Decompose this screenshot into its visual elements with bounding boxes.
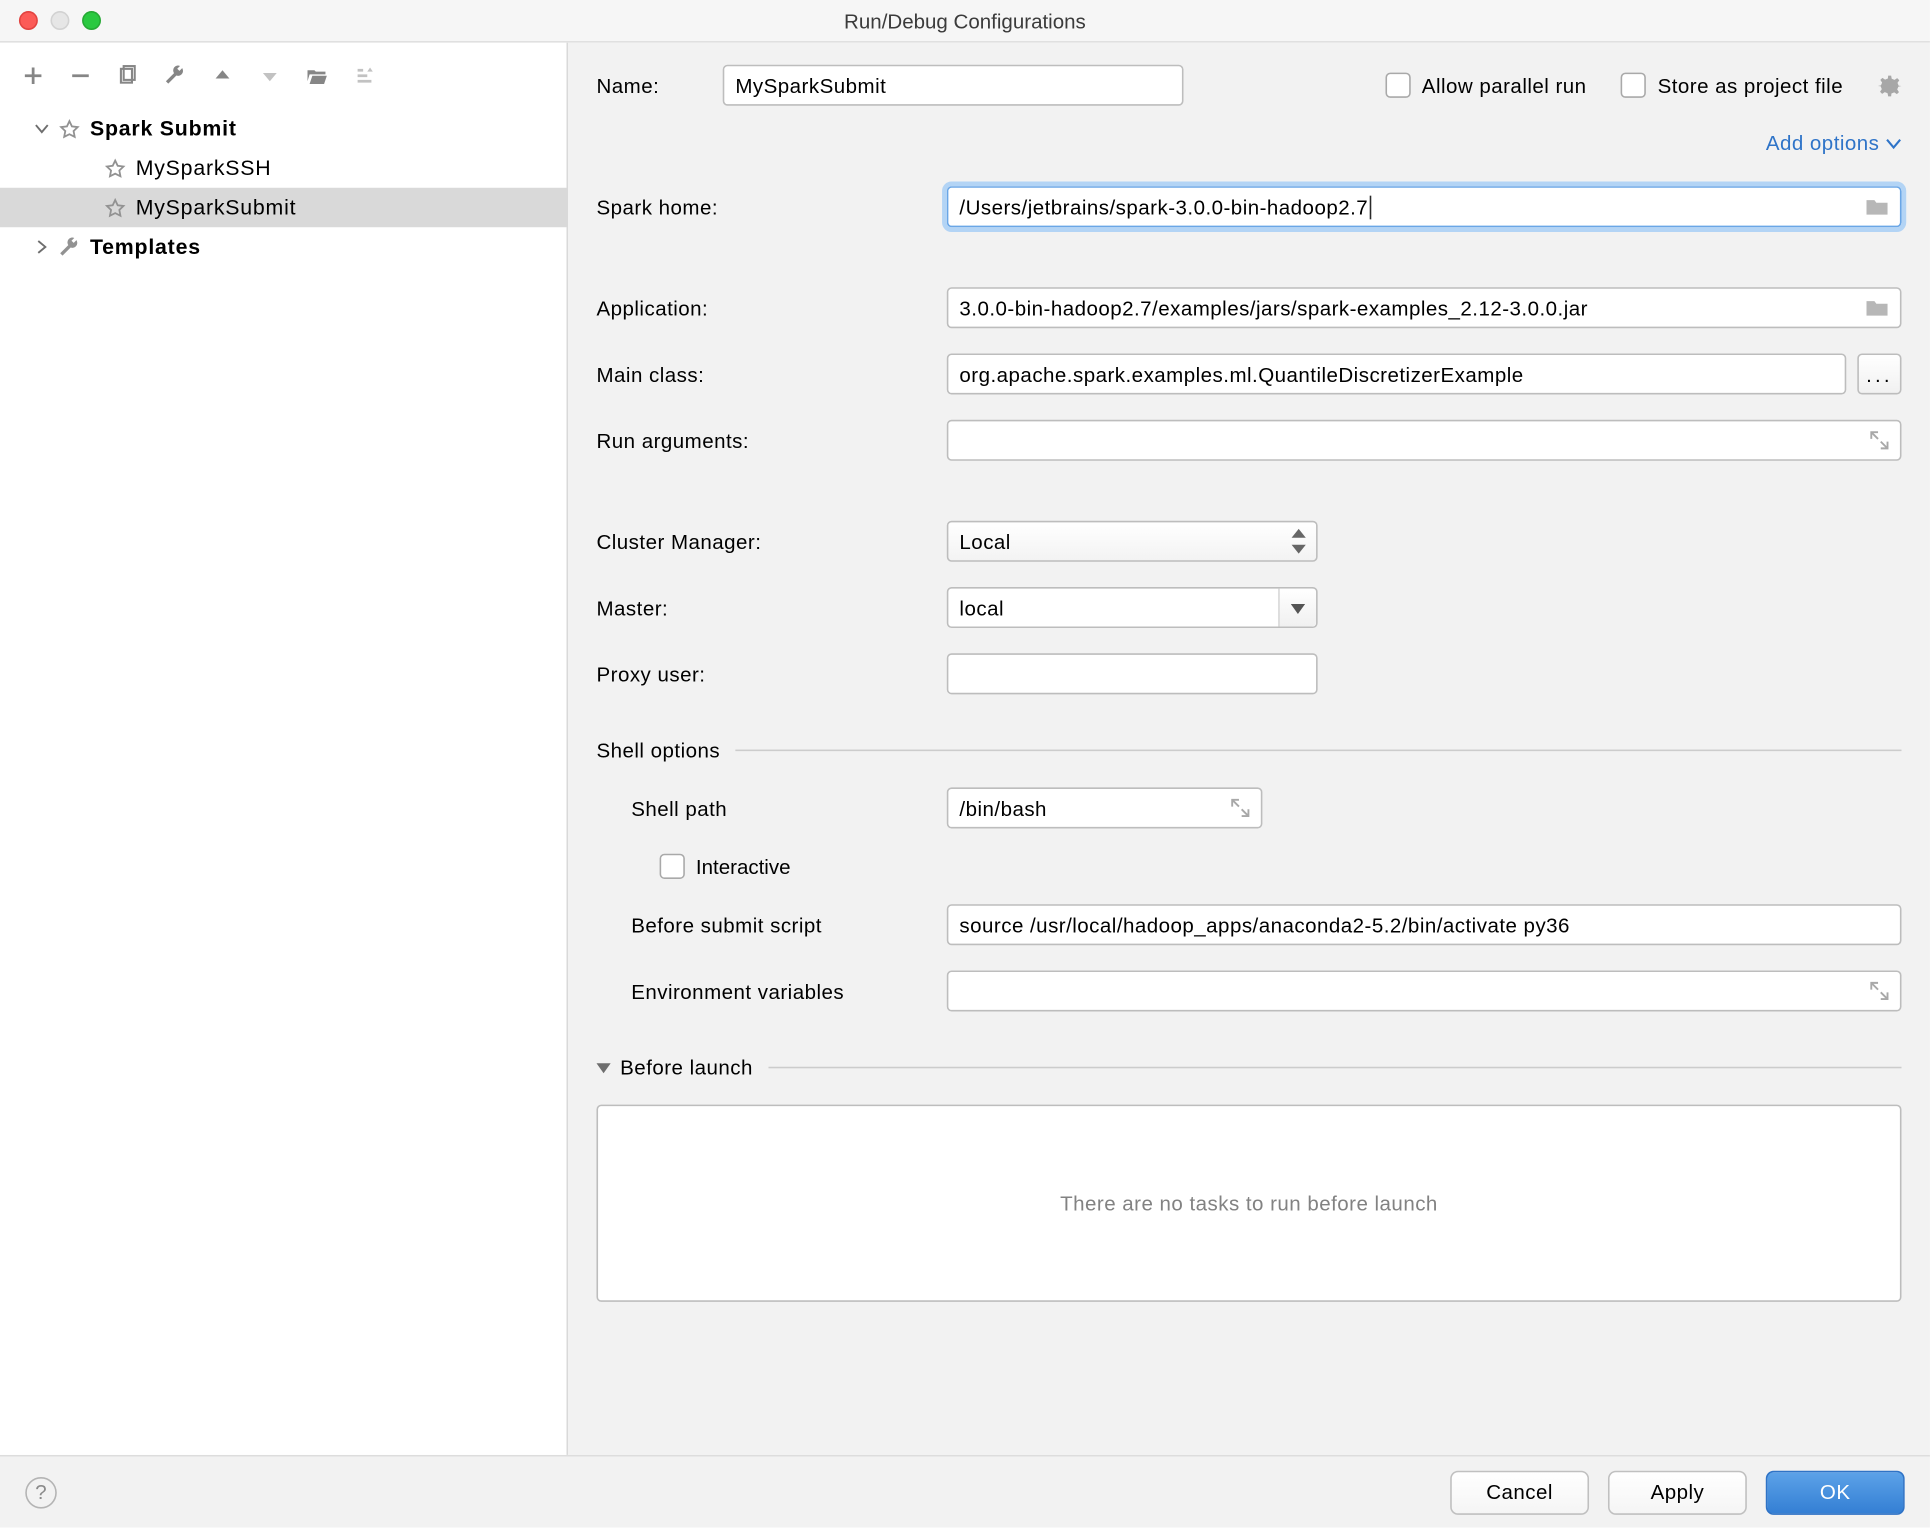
main-class-value: org.apache.spark.examples.ml.QuantileDis… bbox=[959, 362, 1523, 386]
tree-group-label: Spark Submit bbox=[90, 117, 237, 141]
master-combo[interactable]: local bbox=[947, 587, 1318, 628]
tree-group-spark-submit[interactable]: Spark Submit bbox=[0, 109, 567, 148]
move-down-icon[interactable] bbox=[259, 65, 281, 87]
help-button[interactable]: ? bbox=[25, 1476, 57, 1508]
tree-templates-label: Templates bbox=[90, 235, 201, 259]
tree-templates[interactable]: Templates bbox=[0, 227, 567, 266]
chevron-down-icon[interactable] bbox=[35, 122, 49, 136]
spark-home-value: /Users/jetbrains/spark-3.0.0-bin-hadoop2… bbox=[959, 195, 1368, 219]
before-launch-section[interactable]: Before launch bbox=[596, 1056, 1901, 1080]
wrench-icon[interactable] bbox=[164, 65, 186, 87]
main-class-label: Main class: bbox=[596, 362, 946, 386]
expand-icon[interactable] bbox=[1870, 982, 1889, 1001]
interactive-checkbox[interactable]: Interactive bbox=[660, 854, 791, 879]
sidebar: Spark Submit MySparkSSH MySparkSubmit Te… bbox=[0, 43, 568, 1455]
combo-dropdown-button[interactable] bbox=[1278, 589, 1316, 627]
run-arguments-field[interactable] bbox=[947, 420, 1902, 461]
name-value: MySparkSubmit bbox=[735, 73, 886, 97]
before-launch-label: Before launch bbox=[620, 1056, 753, 1080]
expand-icon[interactable] bbox=[1231, 798, 1250, 817]
store-project-label: Store as project file bbox=[1658, 73, 1844, 97]
shell-options-section: Shell options bbox=[596, 739, 1901, 763]
add-options-label: Add options bbox=[1766, 131, 1880, 155]
cluster-manager-value: Local bbox=[959, 529, 1010, 553]
shell-path-value: /bin/bash bbox=[959, 796, 1047, 820]
tree-item-label: MySparkSSH bbox=[136, 156, 272, 180]
application-field[interactable]: 3.0.0-bin-hadoop2.7/examples/jars/spark-… bbox=[947, 287, 1902, 328]
remove-icon[interactable] bbox=[69, 65, 91, 87]
copy-icon[interactable] bbox=[117, 65, 139, 87]
proxy-user-label: Proxy user: bbox=[596, 662, 946, 686]
shell-path-field[interactable]: /bin/bash bbox=[947, 787, 1263, 828]
folder-open-icon[interactable] bbox=[306, 65, 328, 87]
move-up-icon[interactable] bbox=[211, 65, 233, 87]
expand-icon[interactable] bbox=[1870, 431, 1889, 450]
before-submit-field[interactable]: source /usr/local/hadoop_apps/anaconda2-… bbox=[947, 904, 1902, 945]
star-outline-icon bbox=[104, 196, 126, 218]
before-submit-label: Before submit script bbox=[596, 913, 946, 937]
add-icon[interactable] bbox=[22, 65, 44, 87]
shell-options-label: Shell options bbox=[596, 739, 720, 763]
allow-parallel-run-checkbox[interactable]: Allow parallel run bbox=[1386, 73, 1587, 98]
env-vars-field[interactable] bbox=[947, 970, 1902, 1011]
star-outline-icon bbox=[104, 157, 126, 179]
sidebar-toolbar bbox=[0, 52, 567, 99]
cluster-manager-select[interactable]: Local bbox=[947, 521, 1318, 562]
name-field[interactable]: MySparkSubmit bbox=[723, 65, 1184, 106]
spark-home-field[interactable]: /Users/jetbrains/spark-3.0.0-bin-hadoop2… bbox=[947, 186, 1902, 227]
select-arrows-icon bbox=[1288, 527, 1310, 555]
master-value: local bbox=[948, 596, 1278, 620]
cancel-button[interactable]: Cancel bbox=[1450, 1470, 1589, 1514]
proxy-user-field[interactable] bbox=[947, 653, 1318, 694]
ok-button[interactable]: OK bbox=[1766, 1470, 1905, 1514]
run-arguments-label: Run arguments: bbox=[596, 428, 946, 452]
master-label: Master: bbox=[596, 596, 946, 620]
before-launch-list[interactable]: There are no tasks to run before launch bbox=[596, 1105, 1901, 1302]
cluster-manager-label: Cluster Manager: bbox=[596, 529, 946, 553]
store-as-project-file-checkbox[interactable]: Store as project file bbox=[1621, 73, 1843, 98]
interactive-label: Interactive bbox=[696, 854, 791, 878]
dialog-footer: ? Cancel Apply OK bbox=[0, 1455, 1930, 1528]
tree-item-label: MySparkSubmit bbox=[136, 196, 297, 220]
star-outline-icon bbox=[58, 118, 80, 140]
main-class-browse-button[interactable]: ... bbox=[1857, 353, 1901, 394]
before-submit-value: source /usr/local/hadoop_apps/anaconda2-… bbox=[959, 913, 1570, 937]
triangle-down-icon bbox=[1291, 600, 1305, 614]
before-launch-empty-text: There are no tasks to run before launch bbox=[1060, 1191, 1438, 1215]
tree-item-mysparkssh[interactable]: MySparkSSH bbox=[0, 148, 567, 187]
shell-path-label: Shell path bbox=[596, 796, 946, 820]
wrench-icon bbox=[58, 236, 80, 258]
main-class-field[interactable]: org.apache.spark.examples.ml.QuantileDis… bbox=[947, 353, 1846, 394]
spark-home-label: Spark home: bbox=[596, 195, 946, 219]
apply-button[interactable]: Apply bbox=[1608, 1470, 1747, 1514]
chevron-right-icon[interactable] bbox=[35, 240, 49, 254]
sort-icon[interactable] bbox=[353, 65, 375, 87]
config-tree: Spark Submit MySparkSSH MySparkSubmit Te… bbox=[0, 99, 567, 266]
triangle-down-icon bbox=[596, 1060, 610, 1074]
allow-parallel-label: Allow parallel run bbox=[1422, 73, 1587, 97]
config-panel: Name: MySparkSubmit Allow parallel run S… bbox=[568, 43, 1930, 1455]
name-label: Name: bbox=[596, 73, 722, 97]
application-label: Application: bbox=[596, 296, 946, 320]
env-vars-label: Environment variables bbox=[596, 979, 946, 1003]
window-title: Run/Debug Configurations bbox=[0, 9, 1930, 33]
tree-item-mysparksubmit[interactable]: MySparkSubmit bbox=[0, 188, 567, 227]
titlebar: Run/Debug Configurations bbox=[0, 0, 1930, 43]
application-value: 3.0.0-bin-hadoop2.7/examples/jars/spark-… bbox=[959, 296, 1587, 320]
